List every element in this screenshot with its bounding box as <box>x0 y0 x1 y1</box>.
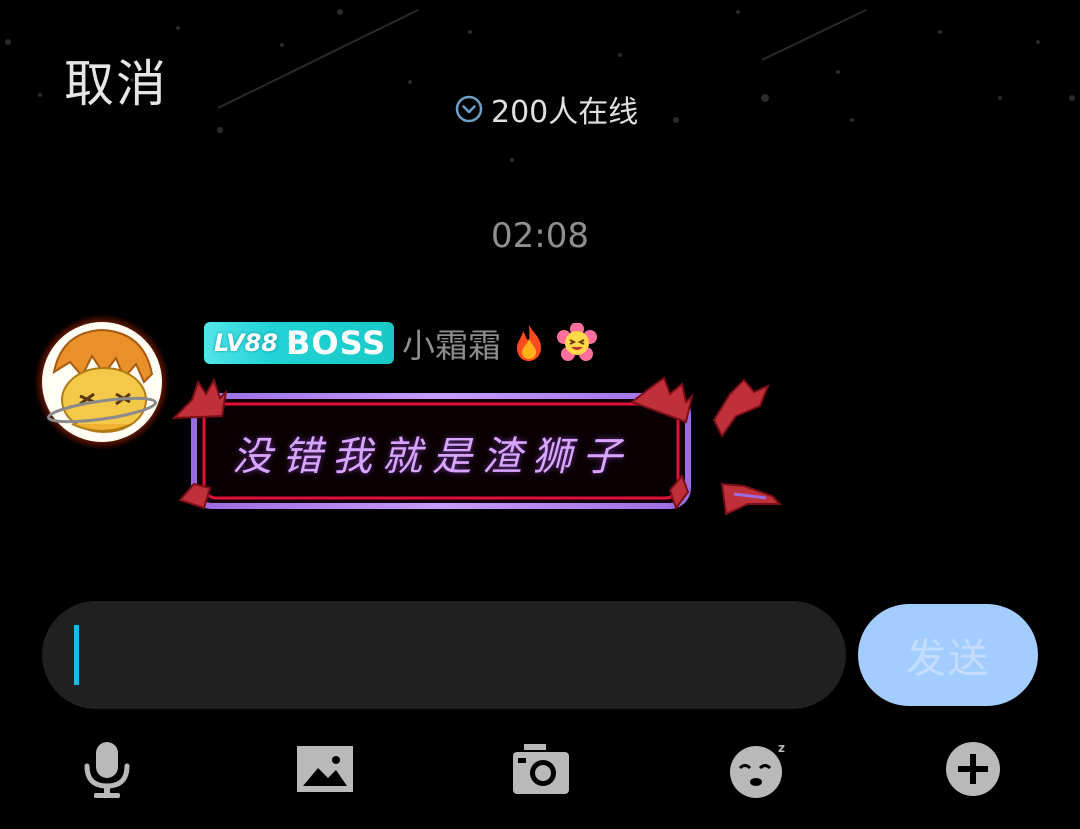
image-icon[interactable] <box>294 738 356 800</box>
message-sender-header: LV88 BOSS 小霜霜 <box>204 319 597 367</box>
microphone-icon[interactable] <box>76 738 138 800</box>
camera-icon[interactable] <box>510 738 572 800</box>
level-badge: LV88 BOSS <box>204 322 394 364</box>
title-badge-text: BOSS <box>285 324 387 362</box>
fire-icon <box>517 325 541 361</box>
online-count-text: 200人在线 <box>491 95 639 130</box>
send-button[interactable]: 发送 <box>858 604 1038 706</box>
send-button-label: 发送 <box>906 636 990 682</box>
message-timestamp: 02:08 <box>491 216 589 256</box>
cancel-button[interactable]: 取消 <box>64 44 168 116</box>
chat-bubble[interactable]: 没错我就是渣狮子 <box>170 372 790 522</box>
online-count-toggle[interactable]: 200人在线 <box>455 90 639 130</box>
plus-icon[interactable] <box>942 738 1004 800</box>
level-badge-text: LV88 <box>214 329 278 357</box>
svg-text:z: z <box>778 741 785 755</box>
sleepy-emoji-icon[interactable]: z <box>728 738 790 800</box>
message-text: 没错我就是渣狮子 <box>232 434 632 480</box>
message-input[interactable] <box>42 601 846 709</box>
flower-face-icon <box>557 323 597 361</box>
sender-name[interactable]: 小霜霜 <box>402 319 501 367</box>
text-caret <box>74 625 79 685</box>
avatar[interactable] <box>32 312 172 452</box>
chevron-down-circle-icon <box>455 95 483 123</box>
